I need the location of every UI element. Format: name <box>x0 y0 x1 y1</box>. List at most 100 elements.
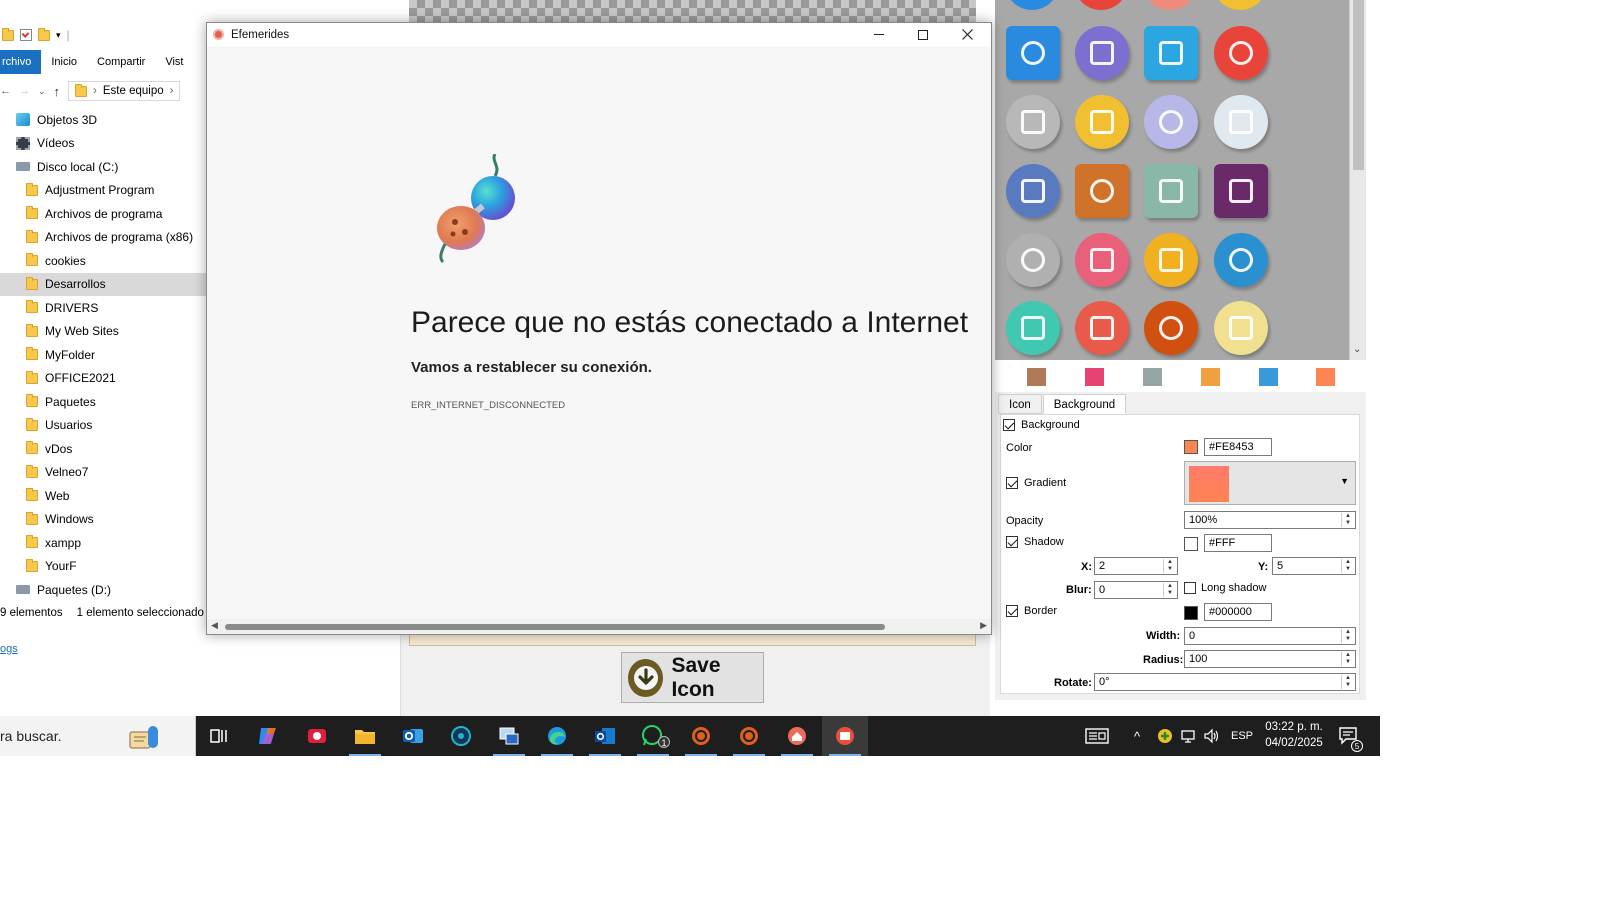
breadcrumb-este-equipo[interactable]: Este equipo <box>103 85 164 97</box>
rotate-spinner-icon[interactable]: ▲ ▼ <box>1341 675 1354 689</box>
blur-spinner-icon[interactable]: ▲ ▼ <box>1163 583 1176 597</box>
radius-spinner-icon[interactable]: ▲ ▼ <box>1341 652 1354 666</box>
tree-item[interactable]: Archivos de programa <box>0 202 210 226</box>
tree-item[interactable]: Paquetes (D:) <box>0 578 210 602</box>
tree-item[interactable]: MyFolder <box>0 343 210 367</box>
html5-icon[interactable] <box>1213 163 1269 219</box>
tree-item[interactable]: Paquetes <box>0 390 210 414</box>
width-field[interactable]: 0 ▲ ▼ <box>1184 627 1356 645</box>
x-spinner-icon[interactable]: ▲ ▼ <box>1163 559 1176 573</box>
home-app-icon[interactable] <box>774 716 820 756</box>
gallery-scroll-thumb[interactable] <box>1353 0 1364 170</box>
tree-item[interactable]: Disco local (C:) <box>0 155 210 179</box>
file-explorer-taskbar-icon[interactable] <box>342 716 388 756</box>
scroll-left-icon[interactable]: ◀ <box>211 620 218 631</box>
app-orange-icon-1[interactable] <box>678 716 724 756</box>
airplane-icon[interactable] <box>1143 163 1199 219</box>
tree-item[interactable]: Windows <box>0 508 210 532</box>
clock-icon[interactable] <box>1143 232 1199 288</box>
breadcrumb-next-icon[interactable]: › <box>170 85 174 97</box>
tree-item[interactable]: Adjustment Program <box>0 179 210 203</box>
volume-icon[interactable] <box>1203 716 1221 756</box>
monitor-icon[interactable] <box>1005 163 1061 219</box>
shadow-color-chip[interactable] <box>1184 537 1198 551</box>
y-spinner-icon[interactable]: ▲ ▼ <box>1341 559 1354 573</box>
address-bar[interactable]: › Este equipo › <box>68 81 181 101</box>
flashlight-icon[interactable] <box>1213 25 1269 81</box>
bug-icon[interactable] <box>1213 300 1269 356</box>
tab-icon[interactable]: Icon <box>998 394 1042 414</box>
border-color-field[interactable]: #000000 <box>1204 603 1272 621</box>
rotate-field[interactable]: 0° ▲ ▼ <box>1094 673 1356 691</box>
microphone-icon[interactable] <box>1074 25 1130 81</box>
security-status-icon[interactable] <box>1157 716 1173 756</box>
tree-item[interactable]: My Web Sites <box>0 320 210 344</box>
gradient-toggle[interactable]: Gradient <box>1006 477 1066 489</box>
notification-center-icon[interactable]: 5 <box>1338 716 1363 756</box>
cloud-icon[interactable] <box>1005 25 1061 81</box>
border-toggle[interactable]: Border <box>1006 605 1057 617</box>
logs-link[interactable]: ogs <box>0 643 18 655</box>
window-titlebar[interactable]: Efemerides <box>207 23 991 46</box>
tree-item[interactable]: YourF <box>0 555 210 579</box>
opacity-field[interactable]: 100% ▲ ▼ <box>1184 511 1356 529</box>
network-icon[interactable] <box>1180 716 1196 756</box>
tab-background[interactable]: Background <box>1042 394 1127 414</box>
horizontal-scrollbar[interactable]: ◀ ▶ <box>207 619 991 634</box>
ribbon-tab-inicio[interactable]: Inicio <box>41 50 87 74</box>
search-icon[interactable] <box>1074 232 1130 288</box>
background-checkbox[interactable] <box>1003 419 1015 431</box>
pencil-icon[interactable] <box>1074 300 1130 356</box>
color-swatch[interactable] <box>1027 368 1046 386</box>
color-swatch[interactable] <box>1201 368 1220 386</box>
pie-chart-icon[interactable] <box>1074 163 1130 219</box>
app-orange-icon-2[interactable] <box>726 716 772 756</box>
new-folder-icon[interactable] <box>38 27 50 41</box>
back-arrow-icon[interactable]: ← <box>0 85 11 97</box>
color-field[interactable]: #FE8453 <box>1204 438 1272 456</box>
color-swatch[interactable] <box>1316 368 1335 386</box>
task-view-icon[interactable] <box>196 716 242 756</box>
tree-item[interactable]: Velneo7 <box>0 461 210 485</box>
tree-item[interactable]: vDos <box>0 437 210 461</box>
minimize-button[interactable] <box>857 23 901 46</box>
customize-dropdown-icon[interactable]: ▾ <box>56 30 61 41</box>
width-spinner-icon[interactable]: ▲ ▼ <box>1341 629 1354 643</box>
gallery-partial-icon[interactable] <box>1074 0 1128 10</box>
heart-icon[interactable] <box>1143 300 1199 356</box>
save-icon-button[interactable]: Save Icon <box>621 652 764 703</box>
folder-icon[interactable] <box>2 27 14 41</box>
scroll-right-icon[interactable]: ▶ <box>980 620 987 631</box>
outlook-icon[interactable] <box>390 716 436 756</box>
opacity-spinner-icon[interactable]: ▲ ▼ <box>1341 513 1354 527</box>
shadow-checkbox[interactable] <box>1006 536 1018 548</box>
properties-icon[interactable] <box>20 29 32 41</box>
tree-item[interactable]: Desarrollos <box>0 272 210 296</box>
scroll-down-icon[interactable]: ⌄ <box>1353 344 1361 355</box>
edge-browser-icon[interactable] <box>534 716 580 756</box>
camera-icon[interactable] <box>1213 94 1269 150</box>
screen-recorder-icon[interactable] <box>294 716 340 756</box>
y-field[interactable]: 5 ▲ ▼ <box>1272 557 1356 575</box>
radius-field[interactable]: 100 ▲ ▼ <box>1184 650 1356 668</box>
close-button[interactable] <box>945 23 989 46</box>
leaf-icon[interactable] <box>1074 94 1130 150</box>
forward-arrow-icon[interactable]: → <box>19 85 30 97</box>
tree-item[interactable]: Web <box>0 484 210 508</box>
contacts-book-icon[interactable] <box>1143 25 1199 81</box>
shadow-color-field[interactable]: #FFF <box>1204 534 1272 552</box>
outlook-classic-icon[interactable] <box>582 716 628 756</box>
language-indicator[interactable]: ESP <box>1231 716 1253 756</box>
recent-dropdown-icon[interactable]: ⌄ <box>38 86 46 97</box>
show-hidden-icons-chevron-icon[interactable]: ^ <box>1134 716 1140 756</box>
taskbar-search-box[interactable]: ra buscar. <box>0 716 196 756</box>
tree-item[interactable]: Objetos 3D <box>0 108 210 132</box>
news-widget-icon[interactable] <box>1085 716 1109 756</box>
camera-gray-icon[interactable] <box>1005 94 1061 150</box>
efemerides-taskbar-icon[interactable] <box>822 716 868 756</box>
ribbon-tab-compartir[interactable]: Compartir <box>87 50 155 74</box>
system-clock[interactable]: 03:22 p. m. 04/02/2025 <box>1262 719 1326 751</box>
gallery-partial-icon[interactable] <box>1213 0 1267 10</box>
lightbulb-icon[interactable] <box>1143 94 1199 150</box>
gradient-dropdown[interactable]: ▼ <box>1184 461 1356 505</box>
